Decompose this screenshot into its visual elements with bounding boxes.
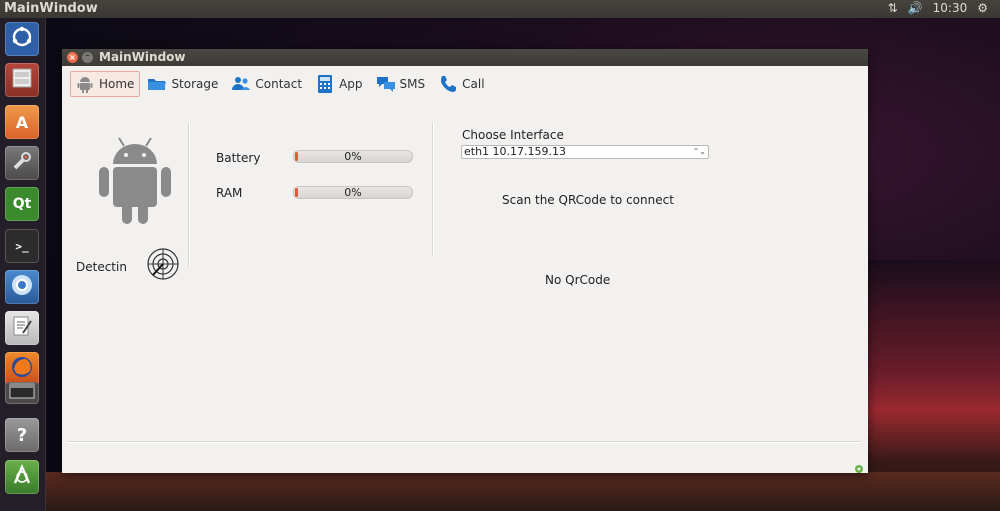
ram-progress-fill	[295, 188, 298, 197]
ram-value: 0%	[344, 186, 362, 199]
choose-interface-label: Choose Interface	[462, 128, 564, 142]
system-tray: ⇅ 🔊 10:30 ⚙	[888, 1, 988, 15]
minimize-icon[interactable]: –	[82, 52, 93, 63]
launcher-item-files[interactable]	[5, 63, 39, 97]
resize-grip-icon[interactable]	[854, 459, 864, 473]
window-title: MainWindow	[99, 50, 186, 64]
radar-icon	[146, 247, 180, 285]
window-icon	[9, 383, 35, 403]
tab-contact[interactable]: Contact	[226, 71, 308, 97]
help-icon: ?	[16, 424, 28, 446]
ram-progress-bar: 0%	[293, 186, 413, 199]
top-panel: MainWindow ⇅ 🔊 10:30 ⚙	[0, 0, 1000, 18]
launcher-item-ubuntu-dash[interactable]	[5, 22, 39, 56]
scan-qrcode-instruction: Scan the QRCode to connect	[502, 193, 674, 207]
tab-app[interactable]: App	[310, 71, 368, 97]
launcher-item-text-editor[interactable]	[5, 311, 39, 345]
active-window-title: MainWindow	[4, 1, 98, 16]
launcher-item-chromium[interactable]	[5, 270, 39, 304]
close-icon[interactable]: ×	[67, 52, 78, 63]
battery-progress-fill	[295, 152, 298, 161]
launcher-item-software-center[interactable]: A	[5, 105, 39, 139]
tab-contact-label: Contact	[255, 77, 303, 91]
tab-home[interactable]: Home	[70, 71, 141, 97]
tab-sms[interactable]: SMS	[371, 71, 432, 97]
chat-icon	[376, 74, 396, 94]
toolbar: Home Storage Contact App SMS Call	[70, 71, 493, 97]
software-center-icon: A	[15, 112, 29, 132]
qt-icon: Qt	[12, 196, 32, 212]
launcher-item-firefox[interactable]	[5, 352, 39, 386]
tab-sms-label: SMS	[399, 77, 426, 91]
tab-storage-label: Storage	[171, 77, 219, 91]
gear-icon[interactable]: ⚙	[977, 1, 988, 15]
statusbar-divider	[68, 441, 860, 443]
launcher-item-help[interactable]: ?	[5, 418, 39, 452]
android-studio-icon	[10, 463, 34, 491]
ram-label: RAM	[216, 186, 243, 200]
volume-icon[interactable]: 🔊	[908, 1, 923, 15]
launcher-item-terminal[interactable]: >_	[5, 229, 39, 263]
launcher: A Qt >_ ?	[0, 18, 46, 511]
wrench-icon	[11, 150, 33, 176]
desktop-wallpaper-horizon	[45, 472, 1000, 511]
window-titlebar[interactable]: × – MainWindow	[62, 49, 868, 66]
launcher-item-android-studio[interactable]	[5, 460, 39, 494]
divider	[432, 122, 434, 256]
detect-status-label: Detectin	[76, 260, 127, 274]
interface-select[interactable]: eth1 10.17.159.13 ⌃⌄	[461, 145, 709, 159]
interface-select-value: eth1 10.17.159.13	[464, 145, 567, 158]
qrcode-status: No QrCode	[545, 273, 611, 287]
chevron-updown-icon: ⌃⌄	[692, 147, 706, 156]
device-android-icon	[95, 134, 175, 230]
ubuntu-logo-icon	[11, 26, 33, 52]
clock[interactable]: 10:30	[933, 1, 968, 15]
battery-label: Battery	[216, 151, 261, 165]
firefox-icon	[10, 355, 34, 383]
divider	[188, 122, 190, 268]
network-icon[interactable]: ⇅	[888, 1, 898, 15]
tab-home-label: Home	[99, 77, 135, 91]
launcher-item-system-settings[interactable]	[5, 146, 39, 180]
battery-value: 0%	[344, 150, 362, 163]
tab-call[interactable]: Call	[433, 71, 490, 97]
terminal-icon: >_	[15, 239, 29, 253]
android-icon	[75, 74, 95, 94]
chromium-icon	[10, 273, 34, 301]
tab-storage[interactable]: Storage	[142, 71, 224, 97]
tab-call-label: Call	[462, 77, 485, 91]
file-cabinet-icon	[10, 66, 34, 94]
main-window: × – MainWindow Home Storage Contact App …	[62, 49, 868, 473]
text-editor-icon	[11, 315, 33, 341]
launcher-item-qt-creator[interactable]: Qt	[5, 187, 39, 221]
contacts-icon	[231, 74, 251, 94]
phone-icon	[438, 74, 458, 94]
tab-app-label: App	[339, 77, 363, 91]
calculator-icon	[315, 74, 335, 94]
launcher-item-app-window[interactable]	[5, 382, 39, 404]
battery-progress-bar: 0%	[293, 150, 413, 163]
folder-icon	[147, 74, 167, 94]
